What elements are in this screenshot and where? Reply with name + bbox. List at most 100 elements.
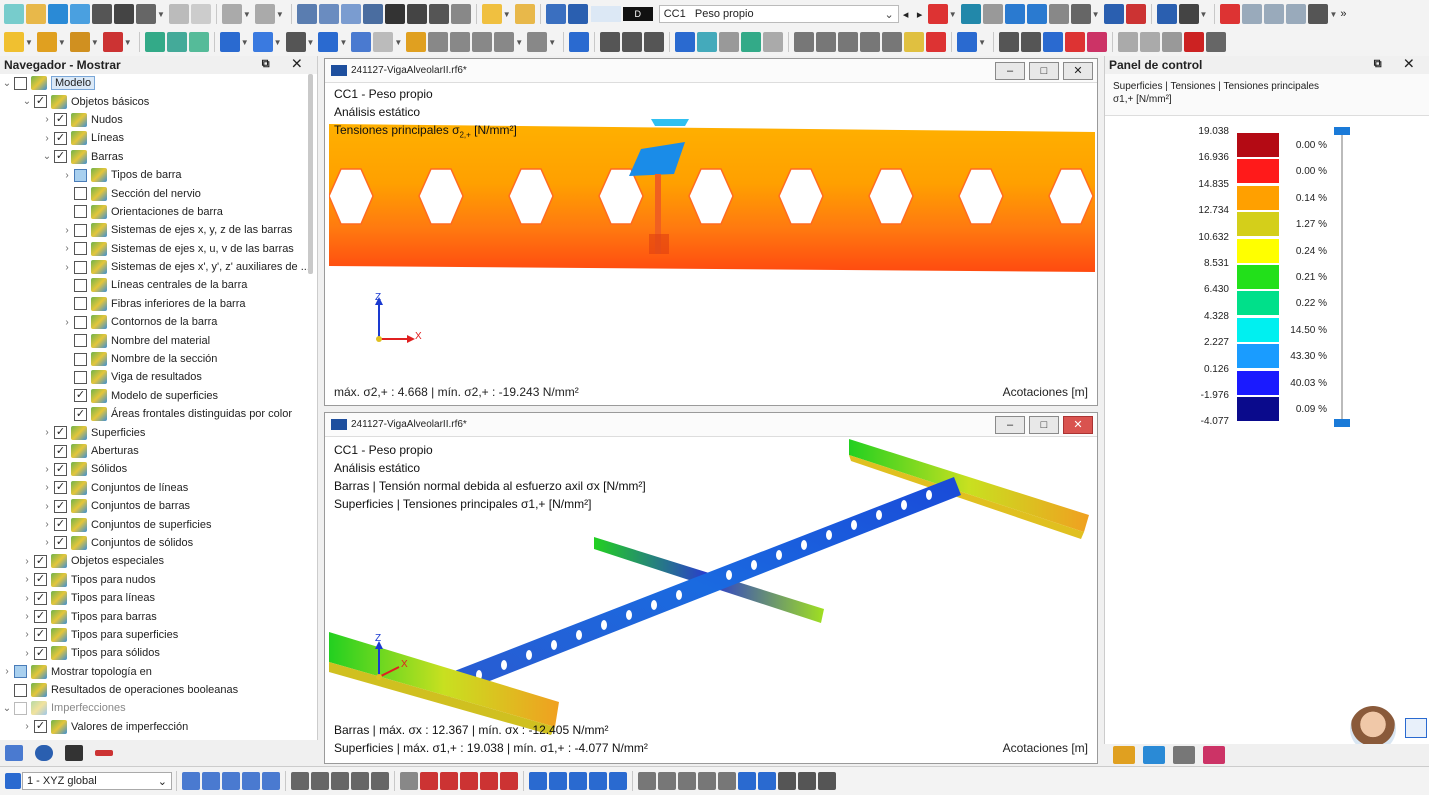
funnel-icon[interactable] xyxy=(569,32,590,52)
settings-icon[interactable] xyxy=(70,4,90,24)
eye-settings-icon[interactable] xyxy=(450,4,471,24)
report-icon[interactable] xyxy=(168,4,189,24)
tree-item[interactable]: › ✓ Tipos para nudos xyxy=(0,571,317,589)
table-icon[interactable] xyxy=(296,4,317,24)
align3-icon[interactable] xyxy=(838,32,859,52)
chevron-right-icon[interactable]: › xyxy=(40,519,54,530)
align2-icon[interactable] xyxy=(816,32,837,52)
scale-icon[interactable] xyxy=(718,772,736,790)
tree-checkbox[interactable]: ✓ xyxy=(54,481,67,495)
tree-icon[interactable] xyxy=(188,32,209,52)
gear-blue-icon[interactable] xyxy=(1043,32,1064,52)
tree-item[interactable]: Viga de resultados xyxy=(0,368,317,386)
gear-magenta-icon[interactable] xyxy=(1087,32,1108,52)
opening-icon[interactable] xyxy=(373,32,394,52)
lock-icon[interactable] xyxy=(778,772,796,790)
angle2-icon[interactable] xyxy=(658,772,676,790)
tree-item[interactable]: › ✓ Objetos especiales xyxy=(0,552,317,570)
tree-checkbox[interactable] xyxy=(14,76,27,90)
line-values-icon[interactable] xyxy=(1125,4,1146,24)
tree-item[interactable]: Líneas centrales de la barra xyxy=(0,276,317,294)
close-red-icon[interactable] xyxy=(1184,32,1205,52)
tree-checkbox[interactable] xyxy=(74,242,87,256)
circle-icon[interactable] xyxy=(678,772,696,790)
panel-view-icon[interactable] xyxy=(758,772,776,790)
tree-item[interactable]: › ✓ Nudos xyxy=(0,111,317,129)
save-icon[interactable] xyxy=(114,4,134,24)
tree-checkbox[interactable]: ✓ xyxy=(34,573,47,587)
draw-polyline-icon[interactable] xyxy=(460,772,478,790)
corner-icon[interactable] xyxy=(600,32,621,52)
triangle-icon[interactable] xyxy=(1162,32,1183,52)
deformation-icon[interactable] xyxy=(927,4,948,24)
chevron-right-icon[interactable]: › xyxy=(20,648,34,659)
coordinate-system-select[interactable]: 1 - XYZ global ⌄ xyxy=(22,772,172,790)
grid-snap-icon[interactable] xyxy=(527,32,548,52)
member-results-icon[interactable] xyxy=(1156,4,1177,24)
chart-icon[interactable] xyxy=(340,4,361,24)
toolbar-overflow-button[interactable]: » xyxy=(1340,8,1346,20)
tree-checkbox[interactable]: ✓ xyxy=(54,462,67,476)
navigator-scrollbar[interactable] xyxy=(308,74,313,274)
pen-icon[interactable] xyxy=(481,4,502,24)
tree-item[interactable]: ⌄ Imperfecciones xyxy=(0,699,317,717)
gear-grid-icon[interactable] xyxy=(1021,32,1042,52)
gear-red-icon[interactable] xyxy=(1065,32,1086,52)
tree-item[interactable]: ⌄ ✓ Barras xyxy=(0,148,317,166)
tab-scale-icon[interactable] xyxy=(1143,746,1165,764)
solid-icon[interactable] xyxy=(351,32,372,52)
polar-icon[interactable] xyxy=(589,772,607,790)
chevron-right-icon[interactable]: › xyxy=(20,574,34,585)
draw-spline-icon[interactable] xyxy=(480,772,498,790)
tree-item[interactable]: › Sistemas de ejes x', y', z' auxiliares … xyxy=(0,258,317,276)
chevron-down-icon[interactable]: ⌄ xyxy=(20,96,34,107)
tree-checkbox[interactable]: ✓ xyxy=(54,113,67,127)
tree-item[interactable]: Nombre de la sección xyxy=(0,350,317,368)
arrows-icon[interactable] xyxy=(741,32,762,52)
cube-side-icon[interactable] xyxy=(1286,4,1307,24)
terminal-icon[interactable] xyxy=(384,4,405,24)
view-axis-icon[interactable] xyxy=(351,772,369,790)
tree-item[interactable]: › ✓ Tipos para superficies xyxy=(0,626,317,644)
chevron-right-icon[interactable]: › xyxy=(60,243,74,254)
tree-item[interactable]: Sección del nervio xyxy=(0,184,317,202)
angle-icon[interactable] xyxy=(638,772,656,790)
tree-item[interactable]: › ✓ Tipos para barras xyxy=(0,607,317,625)
chevron-down-icon[interactable]: ⌄ xyxy=(40,151,54,162)
tree-checkbox[interactable] xyxy=(74,352,87,366)
frame2-icon[interactable] xyxy=(644,32,665,52)
tree-item[interactable]: Resultados de operaciones booleanas xyxy=(0,681,317,699)
chevron-right-icon[interactable]: › xyxy=(60,262,74,273)
chevron-right-icon[interactable]: › xyxy=(40,133,54,144)
tree-item[interactable]: › ✓ Líneas xyxy=(0,129,317,147)
phone-icon[interactable] xyxy=(428,4,449,24)
tree-item[interactable]: ✓ Áreas frontales distinguidas por color xyxy=(0,405,317,423)
visibility-icon[interactable] xyxy=(1004,4,1025,24)
tree-checkbox[interactable] xyxy=(14,683,27,697)
chevron-right-icon[interactable]: › xyxy=(20,721,34,732)
snap-grid-icon[interactable] xyxy=(182,772,200,790)
alert-icon[interactable] xyxy=(926,32,947,52)
dimension2-icon[interactable] xyxy=(450,32,471,52)
cancel-icon[interactable] xyxy=(1220,4,1241,24)
sun-icon[interactable] xyxy=(4,32,24,52)
tree-checkbox[interactable] xyxy=(74,168,87,182)
redo-icon[interactable] xyxy=(254,4,275,24)
print-icon[interactable] xyxy=(92,4,112,24)
tree-item[interactable]: Orientaciones de barra xyxy=(0,203,317,221)
new-file-icon[interactable] xyxy=(4,4,24,24)
chevron-right-icon[interactable]: › xyxy=(20,629,34,640)
function-icon[interactable] xyxy=(1308,4,1329,24)
chevron-right-icon[interactable]: › xyxy=(60,170,74,181)
tree-item[interactable]: › ✓ Conjuntos de superficies xyxy=(0,515,317,533)
guide-icon[interactable] xyxy=(472,32,493,52)
draw-line-icon[interactable] xyxy=(420,772,438,790)
tab-results-icon[interactable] xyxy=(95,750,113,756)
tree-checkbox[interactable]: ✓ xyxy=(54,536,67,550)
snap-surface-icon[interactable] xyxy=(262,772,280,790)
cloud-icon[interactable] xyxy=(48,4,68,24)
support-icon[interactable] xyxy=(960,4,981,24)
camera-icon[interactable] xyxy=(1206,32,1227,52)
snap-node-icon[interactable] xyxy=(202,772,220,790)
tree-item[interactable]: Fibras inferiores de la barra xyxy=(0,295,317,313)
